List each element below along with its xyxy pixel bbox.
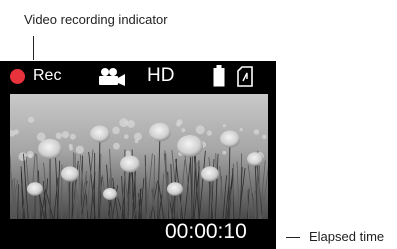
recording-dot-icon <box>10 69 25 84</box>
memory-card-icon <box>237 66 253 87</box>
rec-label: Rec <box>33 67 62 84</box>
callout-recording-indicator: Video recording indicator <box>24 12 168 27</box>
viewfinder-image <box>10 94 268 219</box>
battery-icon <box>213 65 225 87</box>
elapsed-time-readout: 00:00:10 <box>165 220 247 243</box>
elapsed-leader-line <box>286 237 300 238</box>
callout-elapsed-time: Elapsed time <box>309 229 385 244</box>
hd-quality-label: HD <box>147 65 175 86</box>
callout-leader-line <box>33 36 34 60</box>
video-camera-icon <box>99 68 125 86</box>
status-bar: Rec HD <box>0 61 276 93</box>
camera-screen: Rec HD 00:00:10 <box>0 61 276 249</box>
